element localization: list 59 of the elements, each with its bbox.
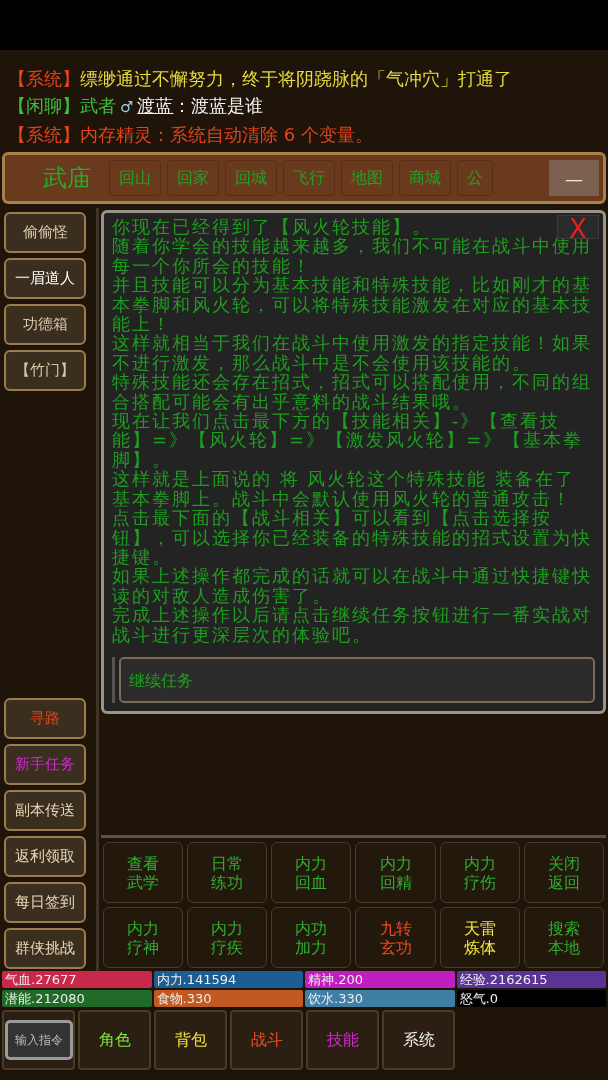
skill-button[interactable]: 内力回精: [355, 842, 436, 903]
stat-bar: 潜能.212080: [2, 990, 152, 1007]
channel-tag: 【系统】: [8, 121, 80, 148]
chat-message: ：渡蓝是谁: [173, 94, 264, 118]
stat-bar: 气血.27677: [2, 971, 152, 988]
dialog-paragraph: 现在让我们点击最下方的【技能相关】-》【查看技能】=》【风火轮】=》【激发风火轮】=》【基本拳脚】。: [112, 411, 585, 470]
skill-button[interactable]: 内力疗伤: [439, 842, 520, 903]
quick-menu-button[interactable]: 寻路: [4, 698, 86, 739]
command-button[interactable]: 输入指令: [2, 1010, 75, 1070]
dialog-paragraph: 你现在已经得到了【风火轮技能】。: [112, 217, 432, 237]
skill-button[interactable]: 关闭返回: [523, 842, 604, 903]
npc-button[interactable]: 功德箱: [4, 304, 86, 345]
dialog-paragraph: 特殊技能还会存在招式，招式可以搭配使用，不同的组合搭配可能会有出乎意料的战斗结果哦。: [112, 372, 593, 412]
dialog-paragraph: 这样就是上面说的 将 风火轮这个特殊技能 装备在了基本拳脚上。战斗中会默认使用风火轮的普通攻击！: [112, 469, 577, 509]
nav-tab[interactable]: 技能: [306, 1010, 379, 1070]
nav-tab[interactable]: 战斗: [230, 1010, 303, 1070]
dialog-paragraph: 如果上述操作都完成的话就可以在战斗中通过快捷键快读的对敌人造成伤害了。: [112, 566, 593, 606]
nav-tab[interactable]: 系统: [382, 1010, 455, 1070]
stat-bar: 精神.200: [305, 971, 455, 988]
speaker-title: 武者: [80, 94, 116, 118]
quick-menu-button[interactable]: 每日签到: [4, 882, 86, 923]
npc-button[interactable]: 【竹门】: [4, 350, 86, 391]
stat-bar: 内力.141594: [153, 971, 303, 988]
stat-bar: 饮水.330: [305, 990, 455, 1007]
collapse-button[interactable]: —: [549, 160, 599, 196]
skill-button[interactable]: 日常练功: [187, 842, 268, 903]
dialog-paragraph: 完成上述操作以后请点击继续任务按钮进行一番实战对战斗进行更深层次的体验吧。: [112, 605, 593, 644]
stat-bar: 经验.2162615: [456, 971, 606, 988]
stat-bar: 怒气.0: [456, 990, 606, 1007]
skill-button[interactable]: 天雷炼体: [439, 907, 520, 968]
dialog-paragraph: 这样就相当于我们在战斗中使用激发的指定技能！如果不进行激发，那么战斗中是不会使用该技能的。: [112, 333, 593, 373]
stat-bar: 食物.330: [153, 990, 303, 1007]
channel-tag: 【系统】: [8, 65, 80, 92]
gender-symbol: ♂: [120, 97, 134, 118]
nav-tab[interactable]: 背包: [154, 1010, 227, 1070]
close-button[interactable]: X: [557, 215, 599, 239]
skill-button[interactable]: 搜索本地: [523, 907, 604, 968]
skill-button[interactable]: 查看武学: [103, 842, 184, 903]
npc-button[interactable]: 偷偷怪: [4, 212, 86, 253]
quick-menu-button[interactable]: 新手任务: [4, 744, 86, 785]
dialog-paragraph: 并且技能可以分为基本技能和特殊技能，比如刚才的基本拳脚和风火轮，可以将特殊技能激发在对应的基本技能上！: [112, 275, 593, 334]
quick-menu-button[interactable]: 群侠挑战: [4, 928, 86, 969]
nav-tab[interactable]: 角色: [78, 1010, 151, 1070]
quick-menu-button[interactable]: 返利领取: [4, 836, 86, 877]
skill-button[interactable]: 内力回血: [271, 842, 352, 903]
system-message: 缥缈通过不懈努力，终于将阴跷脉的「气冲穴」打通了: [80, 67, 512, 91]
channel-tag: 【闲聊】: [8, 92, 80, 119]
key-label: 输入指令: [4, 1020, 73, 1060]
skill-button[interactable]: 内力疗疾: [187, 907, 268, 968]
skill-button[interactable]: 内力疗神: [103, 907, 184, 968]
input-field[interactable]: 继续任务: [119, 657, 595, 703]
quick-menu-button[interactable]: 副本传送: [4, 790, 86, 831]
dialog-paragraph: 点击最下面的【战斗相关】可以看到【点击选择按钮】，可以选择你已经装备的特殊技能的招式设置为快捷键。: [112, 508, 593, 567]
location-name: 武庙: [43, 163, 91, 194]
skill-button[interactable]: 内功加力: [271, 907, 352, 968]
npc-button[interactable]: 一眉道人: [4, 258, 86, 299]
player-name-link[interactable]: 渡蓝: [137, 92, 174, 119]
system-message: 内存精灵：系统自动清除 6 个变量。: [80, 123, 373, 147]
skill-button[interactable]: 九转玄功: [355, 907, 436, 968]
